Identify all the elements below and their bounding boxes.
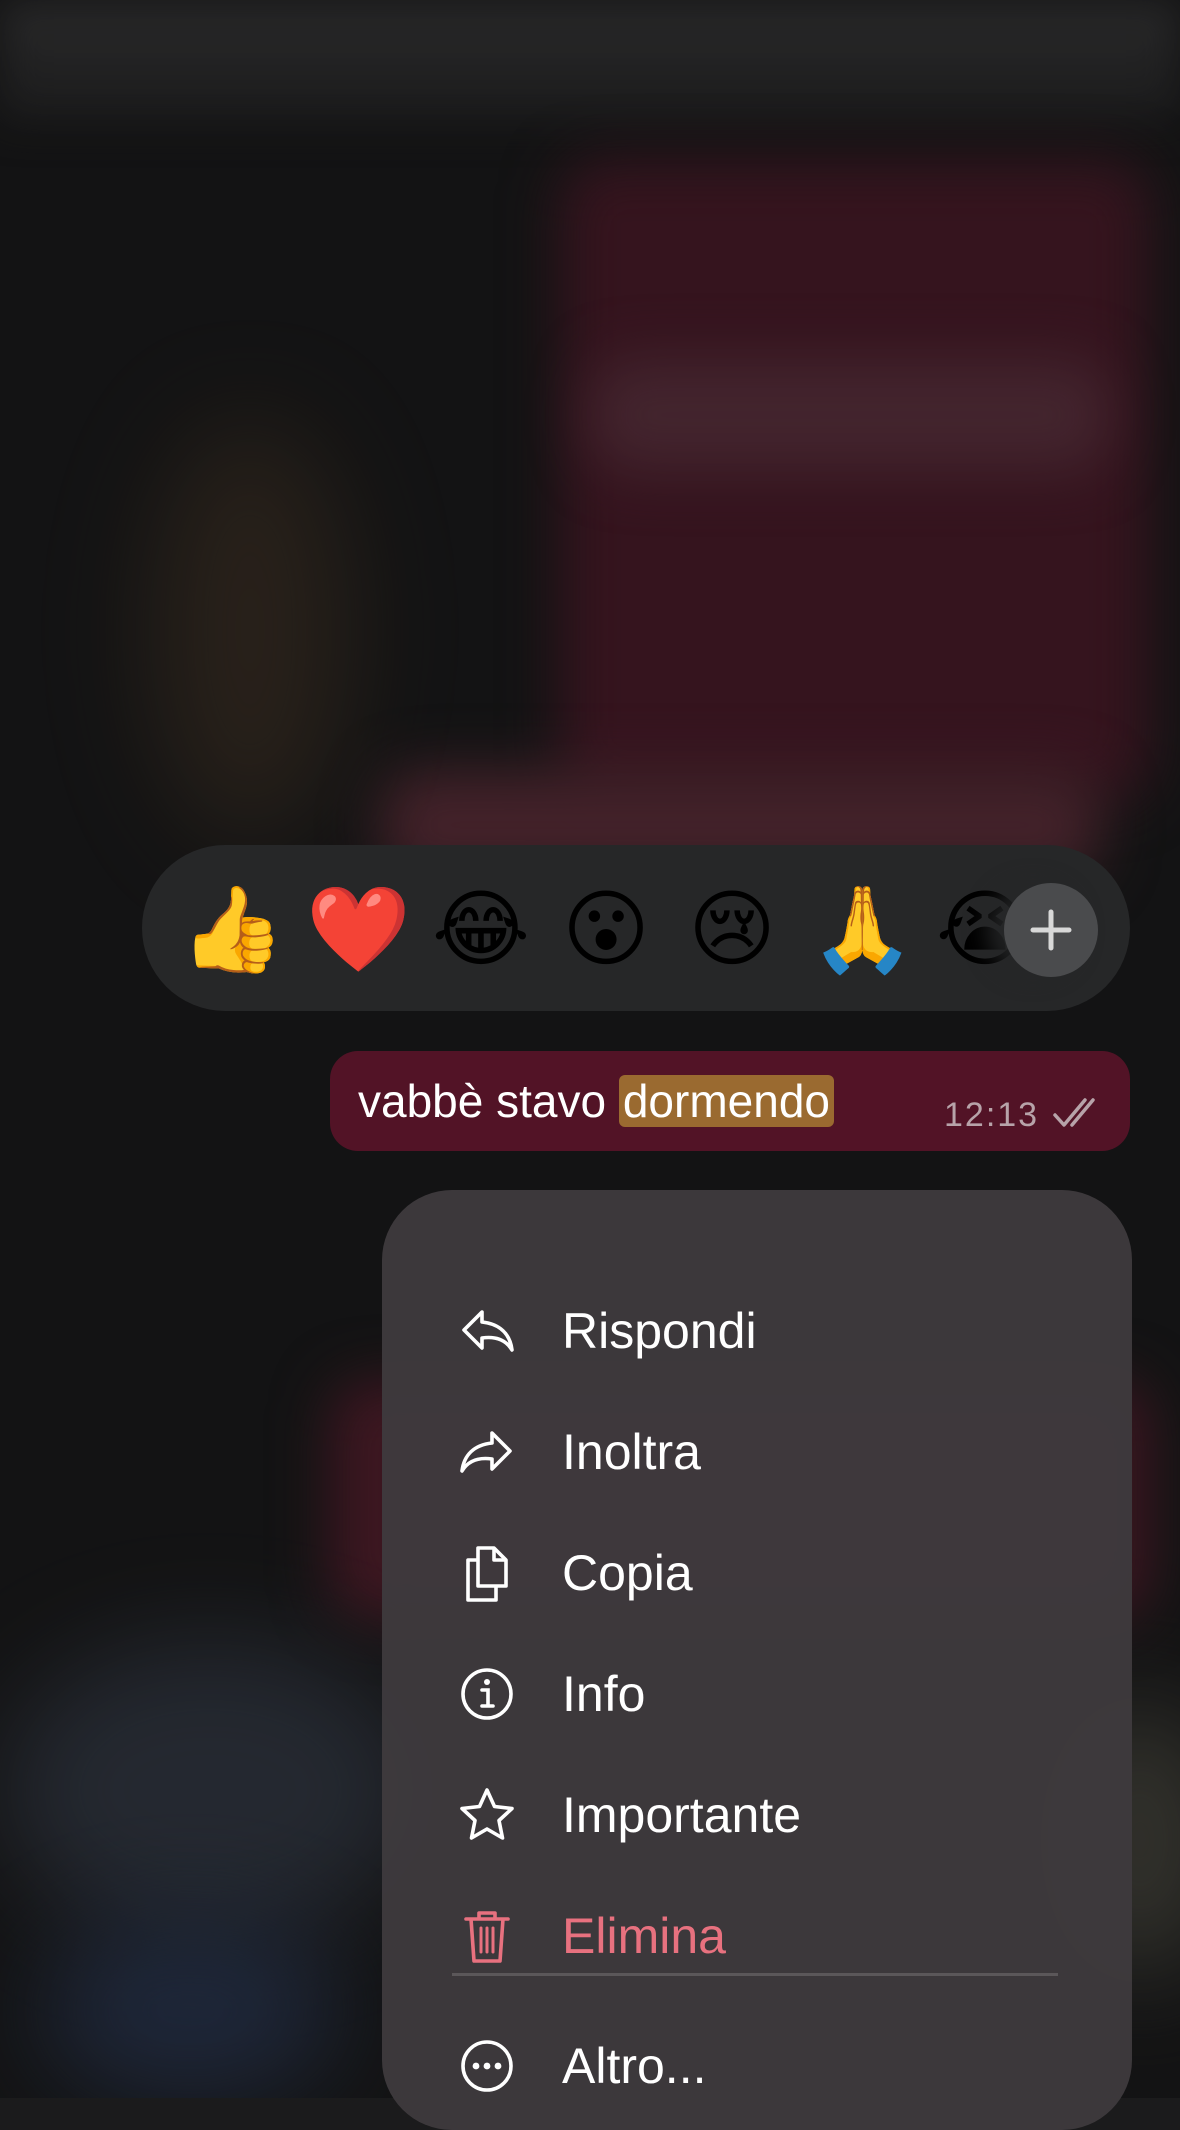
plus-icon — [1030, 909, 1072, 951]
forward-icon — [460, 1431, 512, 1473]
reply-icon — [462, 1310, 514, 1352]
menu-item-info[interactable]: Info — [382, 1643, 1132, 1743]
sad-tear-emoji[interactable]: 😢 — [684, 881, 780, 977]
star-icon — [460, 1788, 514, 1840]
folded-hands-emoji[interactable]: 🙏 — [810, 881, 915, 977]
menu-item-label: Elimina — [562, 1908, 726, 1964]
message-time: 12:13 — [944, 1096, 1040, 1134]
menu-item-label: Rispondi — [562, 1303, 757, 1359]
context-menu: Rispondi Inoltra Copia Info Importante E… — [382, 1190, 1132, 2130]
menu-item-label: Info — [562, 1666, 646, 1722]
menu-divider — [452, 1973, 1058, 1976]
menu-item-label: Importante — [562, 1787, 802, 1843]
menu-item-reply[interactable]: Rispondi — [382, 1280, 1132, 1380]
menu-item-label: Copia — [562, 1545, 693, 1601]
tears-of-joy-emoji[interactable]: 😂 — [432, 881, 530, 977]
menu-item-label: Altro... — [562, 2038, 707, 2094]
highlighted-word: dormendo — [618, 1075, 834, 1127]
more-icon — [461, 2040, 513, 2092]
menu-item-more[interactable]: Altro... — [382, 2015, 1132, 2115]
message-bubble[interactable]: vabbè stavo dormendo 12:13 — [330, 1051, 1130, 1151]
reaction-bar: 👍 ❤️ 😂 😮 😢 🙏 😭 — [142, 845, 1130, 1011]
menu-item-label: Inoltra — [562, 1424, 701, 1480]
surprised-emoji[interactable]: 😮 — [558, 881, 654, 977]
menu-item-delete[interactable]: Elimina — [382, 1885, 1132, 1985]
copy-icon — [466, 1546, 508, 1602]
thumbs-up-emoji[interactable]: 👍 — [180, 881, 285, 977]
info-icon — [461, 1668, 513, 1720]
menu-item-copy[interactable]: Copia — [382, 1522, 1132, 1622]
message-text-plain: vabbè stavo — [358, 1075, 619, 1127]
trash-icon — [464, 1911, 510, 1963]
double-check-icon — [1053, 1098, 1095, 1127]
message-text: vabbè stavo dormendo — [358, 1067, 834, 1135]
red-heart-emoji[interactable]: ❤️ — [306, 881, 411, 977]
menu-item-star[interactable]: Importante — [382, 1764, 1132, 1864]
menu-item-forward[interactable]: Inoltra — [382, 1401, 1132, 1501]
more-reactions-button[interactable] — [1004, 883, 1098, 977]
